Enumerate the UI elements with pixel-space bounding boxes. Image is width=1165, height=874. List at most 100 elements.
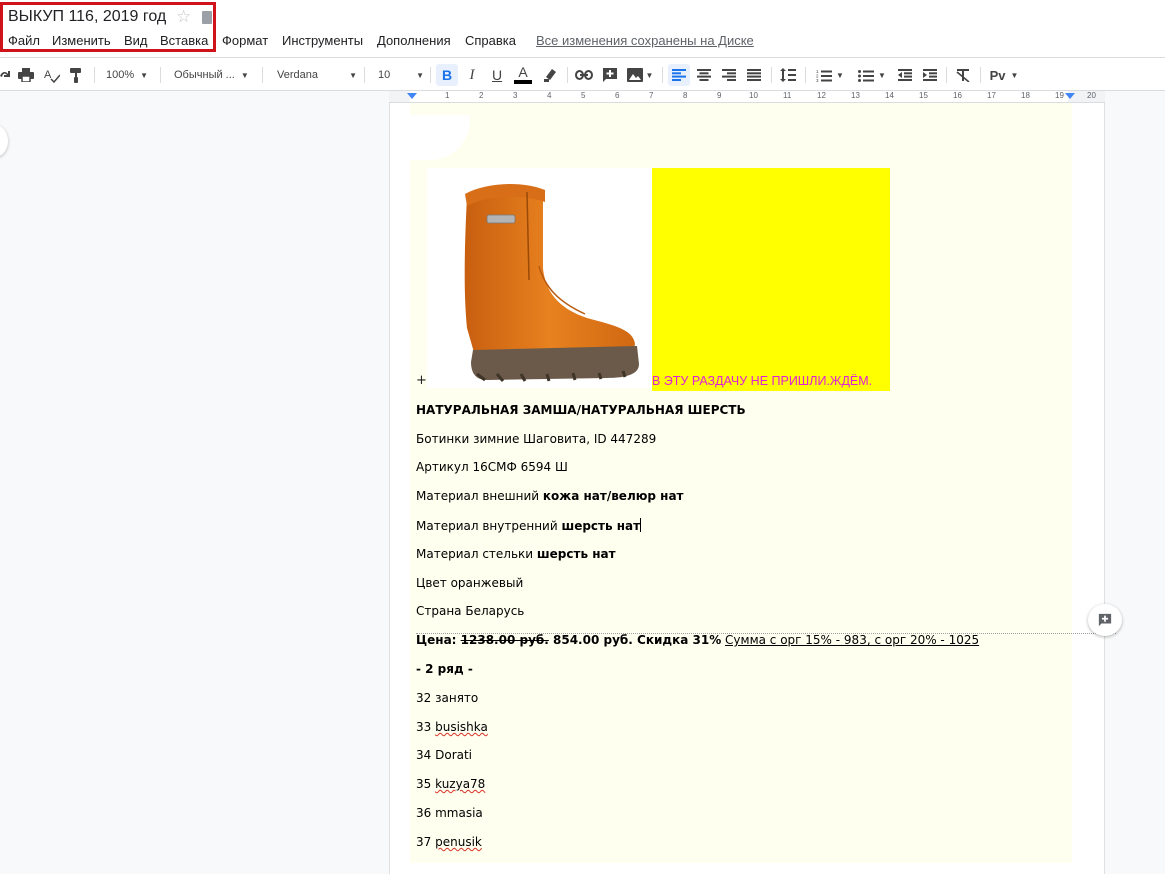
svg-text:3: 3 (816, 78, 819, 82)
clear-formatting-icon[interactable] (952, 64, 974, 86)
entry-name: mmasia (435, 806, 483, 820)
entry-number: 32 (416, 691, 432, 705)
menu-tools[interactable]: Инструменты (282, 33, 363, 48)
underline-button[interactable]: U (486, 64, 508, 86)
ruler-mark: 17 (987, 91, 996, 100)
text-color-label: A (518, 64, 528, 80)
price-label: Цена: (416, 633, 461, 647)
entry-name[interactable]: busishka (435, 720, 488, 734)
chevron-down-icon: ▼ (140, 70, 149, 80)
font-select[interactable]: Verdana ▼ (277, 64, 357, 86)
text-color-swatch (514, 80, 532, 84)
plus-char: + (416, 373, 427, 388)
entry-name: занято (435, 691, 479, 705)
entry-number: 37 (416, 835, 432, 849)
entry-name[interactable]: penusik (435, 835, 482, 849)
ruler-mark: 14 (885, 91, 894, 100)
menu-addons[interactable]: Дополнения (377, 33, 451, 48)
ruler-mark: 15 (919, 91, 928, 100)
add-comment-icon[interactable] (599, 64, 621, 86)
paragraph-style-value: Обычный ... (174, 69, 235, 81)
ruler-mark: 20 (1087, 91, 1096, 100)
ruler-mark: 8 (683, 91, 688, 100)
price-sum-link[interactable]: Сумма с орг 15% - 983, с орг 20% - 1025 (725, 633, 979, 647)
font-size-value: 10 (378, 69, 391, 81)
entry-number: 33 (416, 720, 432, 734)
ruler-mark: 12 (817, 91, 826, 100)
align-right-button[interactable] (718, 64, 740, 86)
numbered-list-button[interactable]: 123 ▼ (813, 64, 847, 86)
ruler-mark: 10 (749, 91, 758, 100)
text-color-button[interactable]: A (512, 64, 534, 86)
old-price: 1238.00 руб. (460, 633, 549, 647)
svg-text:A: A (44, 69, 52, 81)
italic-button[interactable]: I (461, 64, 483, 86)
ruler-mark: 13 (851, 91, 860, 100)
entry-number: 34 (416, 748, 432, 762)
yellow-block (652, 168, 890, 391)
chevron-down-icon: ▼ (349, 70, 357, 80)
add-comment-button[interactable] (1088, 604, 1122, 636)
chevron-down-icon: ▼ (1010, 70, 1019, 80)
list-item: 33 busishka (416, 720, 488, 734)
print-icon[interactable] (16, 64, 36, 86)
entry-name: Dorati (435, 748, 473, 762)
zoom-select[interactable]: 100% ▼ (106, 64, 148, 86)
list-item: 37 penusik (416, 835, 482, 849)
material-outer: Материал внешний кожа нат/велюр нат (416, 489, 684, 503)
highlight-color-icon[interactable] (539, 64, 561, 86)
align-left-button[interactable] (668, 64, 690, 86)
line-spacing-icon[interactable] (777, 64, 799, 86)
zoom-value: 100% (106, 69, 135, 81)
spellcheck-icon[interactable]: A (42, 64, 62, 86)
chevron-down-icon: ▼ (836, 70, 844, 80)
spellcheck-mode-button[interactable]: Рv ▼ (986, 64, 1022, 86)
redo-icon[interactable] (0, 64, 10, 86)
insert-link-icon[interactable] (573, 64, 595, 86)
decrease-indent-icon[interactable] (894, 64, 916, 86)
insert-image-icon[interactable]: ▼ (624, 64, 656, 86)
article-number: Артикул 16СМФ 6594 Ш (416, 460, 568, 474)
justify-button[interactable] (743, 64, 765, 86)
title-bar: ВЫКУП 116, 2019 год ☆ Файл Изменить Вид … (0, 0, 1165, 57)
insole-label: Материал стельки (416, 547, 537, 561)
save-status-link[interactable]: Все изменения сохранены на Диске (536, 33, 754, 48)
entry-name[interactable]: kuzya78 (435, 777, 485, 791)
chevron-down-icon: ▼ (645, 70, 654, 80)
paragraph-style-select[interactable]: Обычный ... ▼ (174, 64, 249, 86)
left-indent-marker[interactable] (407, 93, 417, 99)
row-heading: - 2 ряд - (416, 662, 473, 676)
outline-toggle[interactable] (0, 125, 8, 157)
increase-indent-icon[interactable] (919, 64, 941, 86)
ruler-mark: 19 (1055, 91, 1064, 100)
menu-format[interactable]: Формат (222, 33, 268, 48)
ruler-mark: 7 (649, 91, 654, 100)
font-value: Verdana (277, 69, 318, 81)
ruler-mark: 16 (953, 91, 962, 100)
document-page[interactable]: + В ЭТУ РАЗДАЧУ НЕ ПРИШЛИ.ЖДЁМ. НАТУРАЛЬ… (389, 103, 1116, 874)
list-item: 35 kuzya78 (416, 777, 485, 791)
insole-value: шерсть нат (536, 547, 616, 561)
entry-number: 35 (416, 777, 432, 791)
bulleted-list-button[interactable]: ▼ (855, 64, 889, 86)
ruler-mark: 4 (547, 91, 552, 100)
menu-help[interactable]: Справка (465, 33, 516, 48)
ruler-mark: 5 (581, 91, 586, 100)
spellcheck-mode-label: Рv (989, 67, 1006, 83)
ruler-mark: 2 (479, 91, 484, 100)
horizontal-ruler[interactable]: 1 2 3 4 5 6 7 8 9 10 11 12 13 14 15 16 1… (389, 91, 1105, 103)
bold-button[interactable]: B (436, 64, 458, 86)
text-cursor (640, 518, 642, 532)
paint-format-icon[interactable] (66, 64, 86, 86)
list-item: 36 mmasia (416, 806, 483, 820)
font-size-select[interactable]: 10 ▼ (378, 64, 424, 86)
right-indent-marker[interactable] (1065, 93, 1075, 99)
material-outer-value: кожа нат/велюр нат (542, 489, 684, 503)
material-outer-label: Материал внешний (416, 489, 543, 503)
align-center-button[interactable] (693, 64, 715, 86)
ruler-mark: 3 (513, 91, 518, 100)
boot-image[interactable] (427, 168, 652, 388)
ruler-mark: 9 (717, 91, 722, 100)
ruler-mark: 18 (1021, 91, 1030, 100)
chevron-down-icon: ▼ (416, 70, 424, 80)
